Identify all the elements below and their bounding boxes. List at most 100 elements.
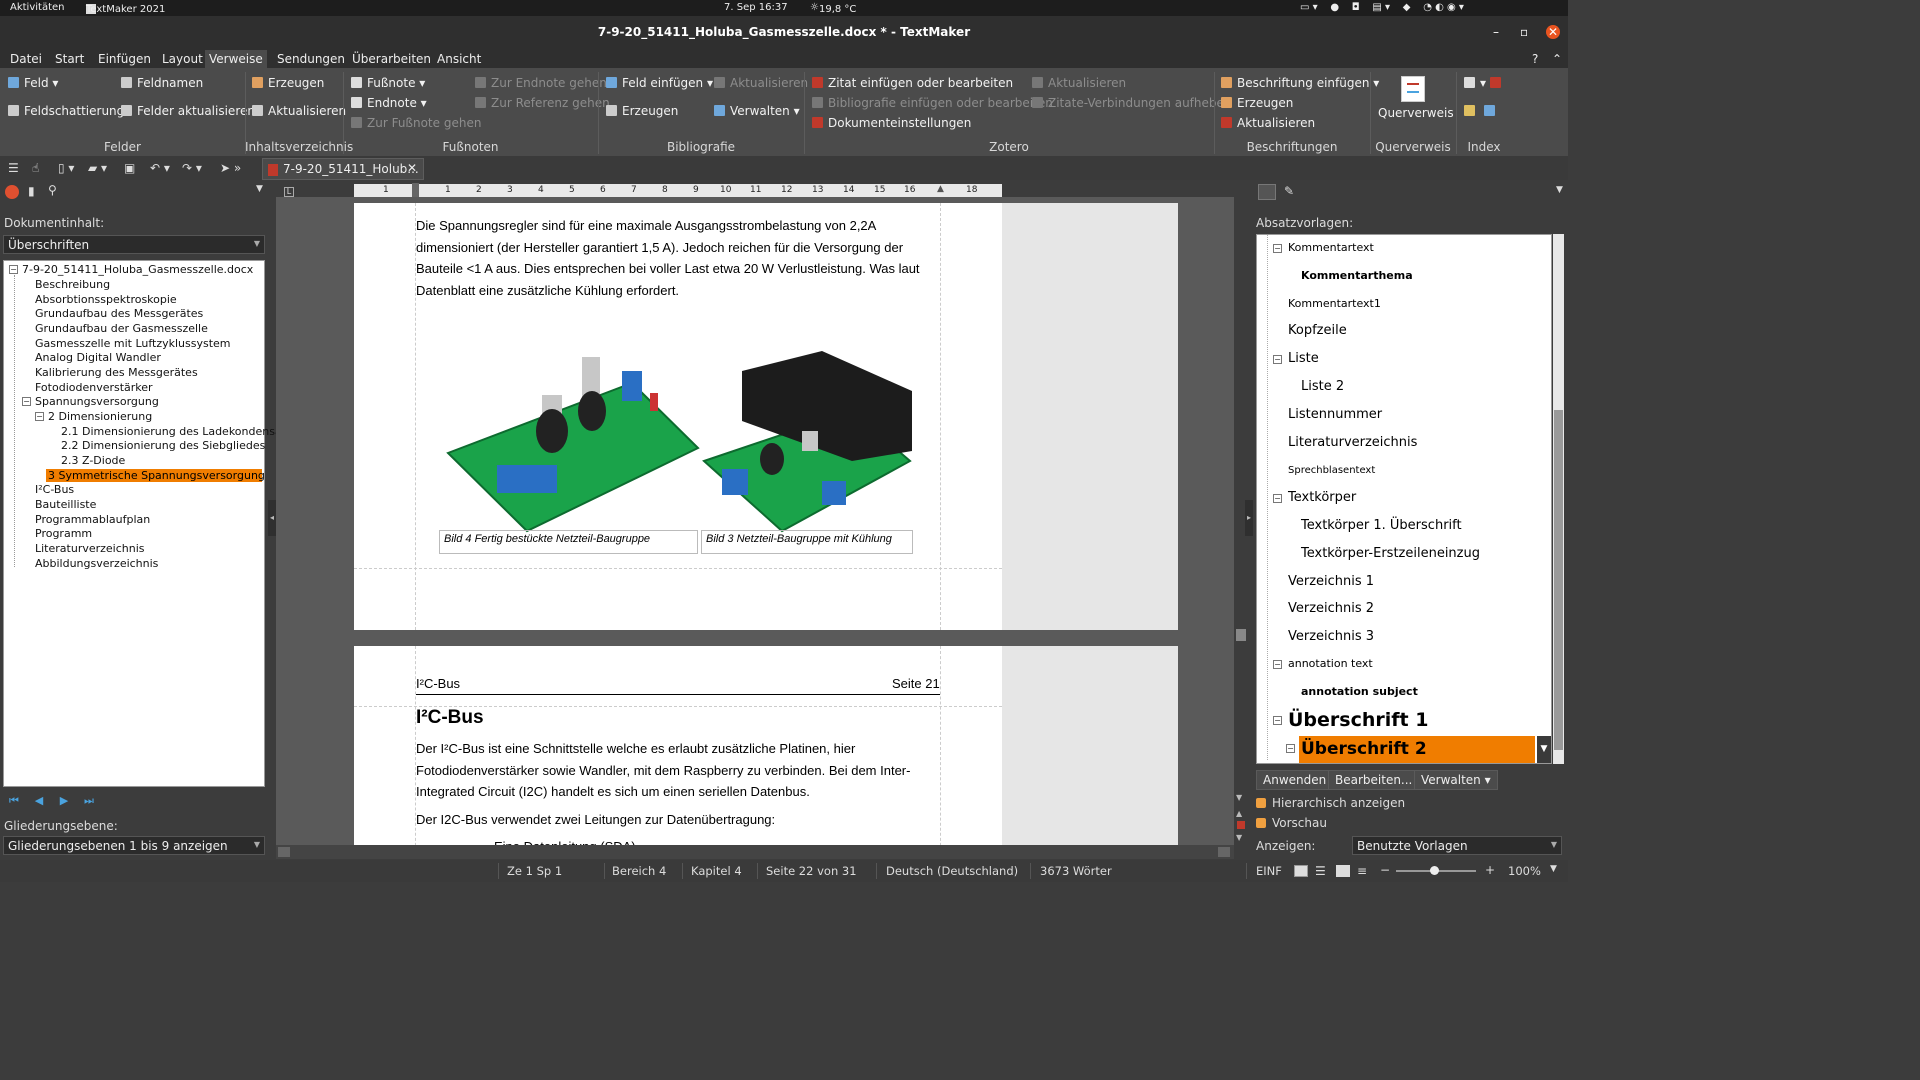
close-tab-icon[interactable]: ✕ — [407, 161, 417, 175]
fussnote-button[interactable]: Fußnote ▾ — [351, 76, 425, 90]
hierarchical-checkbox[interactable]: Hierarchisch anzeigen — [1256, 796, 1405, 810]
touch-mode-icon[interactable]: ☝ — [32, 161, 39, 175]
collapse-toggle-icon[interactable]: − — [1286, 744, 1295, 753]
zitate-verbindungen-button[interactable]: Zitate-Verbindungen aufheben — [1032, 96, 1232, 110]
bibliografie-button[interactable]: Bibliografie einfügen oder bearbeiten — [812, 96, 1053, 110]
style-item[interactable]: Sprechblasentext — [1288, 465, 1375, 476]
outline-item[interactable]: Analog Digital Wandler — [35, 351, 161, 364]
outline-item[interactable]: Fotodiodenverstärker — [35, 381, 153, 394]
previous-item-icon[interactable]: ◀ — [30, 794, 48, 810]
document-tab[interactable]: 7-9-20_51411_Holub... ✕ — [262, 158, 424, 180]
previous-page-icon[interactable]: ▲ — [1236, 809, 1242, 818]
style-item[interactable]: annotation subject — [1301, 685, 1418, 698]
left-indent-marker[interactable] — [412, 183, 419, 198]
outline-item[interactable]: Bauteilliste — [35, 498, 96, 511]
insert-mode[interactable]: EINF — [1256, 864, 1282, 878]
pcb-image-2[interactable] — [702, 351, 918, 533]
paragraph-styles-tab-icon[interactable] — [1258, 184, 1276, 200]
style-item[interactable]: Verzeichnis 2 — [1288, 601, 1374, 616]
open-icon[interactable]: ▰ ▾ — [88, 161, 107, 175]
nav-filter-select[interactable]: Überschriften ▼ — [3, 235, 265, 254]
scroll-thumb[interactable] — [1236, 629, 1246, 641]
character-styles-tab-icon[interactable]: ✎ — [1284, 184, 1294, 198]
feldnamen-button[interactable]: Feldnamen — [121, 76, 203, 90]
normal-view-icon[interactable] — [1294, 865, 1308, 877]
style-item-selected[interactable]: Überschrift 2 — [1299, 736, 1535, 763]
section-indicator[interactable]: Bereich 4 — [612, 864, 666, 878]
apply-style-button[interactable]: Anwenden — [1256, 770, 1334, 790]
outline-item[interactable]: Absorbtionsspektroskopie — [35, 293, 177, 306]
navigator-icon[interactable] — [5, 185, 19, 199]
beschriftung-erzeugen-button[interactable]: Erzeugen — [1221, 96, 1293, 110]
feldschattierung-button[interactable]: Feldschattierung — [8, 104, 124, 118]
outline-level-select[interactable]: Gliederungsebenen 1 bis 9 anzeigen ▼ — [3, 836, 265, 855]
style-item[interactable]: Kommentarthema — [1301, 269, 1413, 282]
search-icon[interactable]: ⚲ — [48, 183, 57, 197]
page-view-icon[interactable] — [1336, 865, 1350, 877]
beschriftung-aktualisieren-button[interactable]: Aktualisieren — [1221, 116, 1315, 130]
undo-icon[interactable]: ↶ ▾ — [150, 161, 170, 175]
style-item[interactable]: Überschrift 1 — [1288, 709, 1428, 731]
collapse-toggle-icon[interactable]: − — [1273, 244, 1282, 253]
style-item[interactable]: annotation text — [1288, 657, 1373, 670]
style-item[interactable]: Kommentartext1 — [1288, 297, 1381, 310]
panel-menu-icon[interactable]: ▼ — [1556, 185, 1563, 195]
style-dropdown-icon[interactable]: ▼ — [1537, 736, 1551, 763]
zoom-in-icon[interactable]: + — [1485, 863, 1495, 877]
scroll-left-icon[interactable] — [278, 847, 290, 857]
preview-checkbox[interactable]: Vorschau — [1256, 816, 1327, 830]
zoom-out-icon[interactable]: − — [1380, 863, 1390, 877]
collapse-toggle-icon[interactable]: − — [35, 412, 44, 421]
help-icon[interactable]: ? — [1532, 52, 1538, 66]
save-icon[interactable]: ▣ — [124, 161, 135, 175]
style-item[interactable]: Literaturverzeichnis — [1288, 435, 1417, 450]
tab-stop-icon[interactable]: L — [284, 187, 294, 197]
menu-layout[interactable]: Layout — [162, 52, 203, 66]
language-indicator[interactable]: Deutsch (Deutschland) — [886, 864, 1018, 878]
style-item[interactable]: Kommentartext — [1288, 241, 1374, 254]
outline-item[interactable]: 2.1 Dimensionierung des Ladekondensa — [61, 425, 282, 438]
toc-aktualisieren-button[interactable]: Aktualisieren — [252, 104, 346, 118]
horizontal-scrollbar[interactable] — [276, 845, 1234, 859]
index-update-button[interactable] — [1464, 104, 1500, 118]
bib-erzeugen-button[interactable]: Erzeugen — [606, 104, 678, 118]
feld-button[interactable]: Feld ▾ — [8, 76, 58, 90]
new-document-icon[interactable]: ▯ ▾ — [58, 161, 74, 175]
menu-start[interactable]: Start — [55, 52, 84, 66]
redo-icon[interactable]: ↷ ▾ — [182, 161, 202, 175]
figure-caption[interactable]: Bild 3 Netzteil-Baugruppe mit Kühlung — [701, 530, 913, 554]
feld-einfuegen-button[interactable]: Feld einfügen ▾ — [606, 76, 713, 90]
outline-item[interactable]: Literaturverzeichnis — [35, 542, 145, 555]
outline-item[interactable]: Beschreibung — [35, 278, 110, 291]
body-text-line[interactable]: Fotodiodenverstärker sowie Wandler, mit … — [416, 760, 910, 782]
collapse-toggle-icon[interactable]: − — [1273, 716, 1282, 725]
outline-item[interactable]: Programm — [35, 527, 92, 540]
style-item[interactable]: Kopfzeile — [1288, 323, 1347, 338]
style-item[interactable]: Verzeichnis 3 — [1288, 629, 1374, 644]
last-item-icon[interactable]: ⏭ — [80, 794, 98, 810]
outline-item[interactable]: I²C-Bus — [35, 483, 74, 496]
maximize-icon[interactable]: ▫ — [1520, 25, 1528, 39]
menu-ansicht[interactable]: Ansicht — [437, 52, 481, 66]
outline-item[interactable]: 2 Dimensionierung — [48, 410, 152, 423]
zoom-level[interactable]: 100% — [1508, 864, 1541, 878]
body-text-line[interactable]: Bauteile <1 A aus. Dies entsprechen bei … — [416, 258, 920, 280]
collapse-right-panel-icon[interactable]: ▸ — [1245, 500, 1253, 536]
body-text-line[interactable]: Eine Datenleitung (SDA) — [494, 836, 636, 845]
outline-item[interactable]: Spannungsversorgung — [35, 395, 159, 408]
menu-ueberarbeiten[interactable]: Überarbeiten — [352, 52, 431, 66]
toc-erzeugen-button[interactable]: Erzeugen — [252, 76, 324, 90]
hamburger-menu-icon[interactable]: ☰ — [8, 161, 19, 175]
body-text-line[interactable]: Integrated Circuit (I2C) handelt es sich… — [416, 781, 810, 803]
querverweis-button[interactable]: Querverweis — [1378, 76, 1454, 120]
next-page-icon[interactable]: ▼ — [1236, 833, 1242, 842]
panel-layout-icon[interactable]: ▮ — [28, 184, 35, 198]
outline-item-selected[interactable]: 3 Symmetrische Spannungsversorgung — [46, 469, 265, 482]
collapse-toggle-icon[interactable]: − — [1273, 355, 1282, 364]
outline-item[interactable]: Programmablaufplan — [35, 513, 150, 526]
zur-endnote-button[interactable]: Zur Endnote gehen — [475, 76, 607, 90]
collapse-ribbon-icon[interactable]: ⌃ — [1552, 52, 1562, 66]
zotero-aktualisieren-button[interactable]: Aktualisieren — [1032, 76, 1126, 90]
header-left[interactable]: I²C-Bus — [416, 673, 460, 695]
master-page-icon[interactable]: ≡ — [1357, 864, 1367, 878]
